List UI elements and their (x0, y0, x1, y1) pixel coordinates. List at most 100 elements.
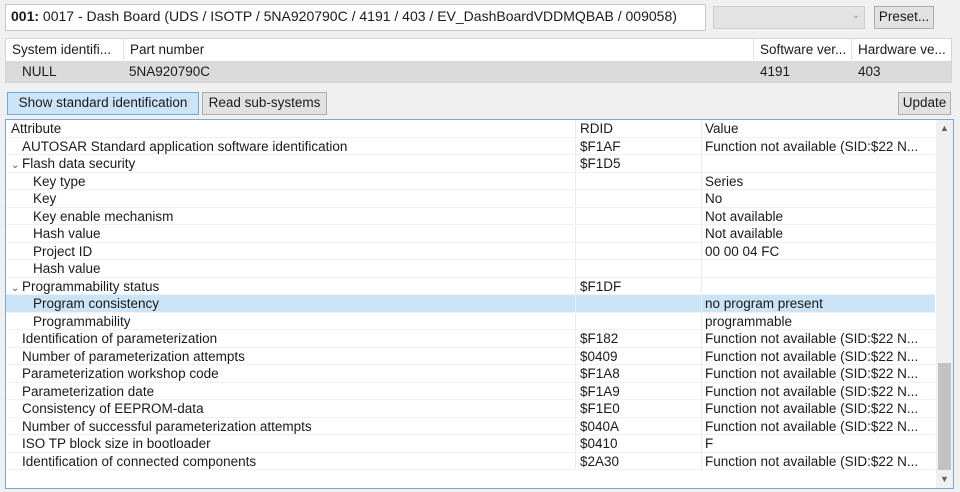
attribute-value: Series (705, 173, 744, 189)
attribute-value: Function not available (SID:$22 N... (705, 453, 919, 469)
attribute-rdid (576, 207, 702, 224)
table-row[interactable]: Hash value (6, 260, 935, 278)
ecu-title: 001: 0017 - Dash Board (UDS / ISOTP / 5N… (5, 4, 706, 31)
chevron-down-icon: ⌄ (851, 10, 860, 21)
attribute-value: Function not available (SID:$22 N... (705, 138, 919, 154)
attribute-group: ⌄ Flash data security (6, 155, 576, 172)
attribute-name: Program consistency (6, 295, 576, 312)
attribute-name: Key type (6, 172, 576, 189)
attribute-value: 00 00 04 FC (705, 243, 780, 259)
attribute-value: Function not available (SID:$22 N... (705, 331, 919, 346)
chevron-up-icon[interactable]: ▲ (936, 120, 953, 137)
table-row[interactable]: Key enable mechanism Not available (6, 207, 935, 225)
attribute-rdid: $0410 (576, 435, 702, 452)
attribute-value: Function not available (SID:$22 N... (705, 348, 919, 364)
attribute-value: programmable (705, 313, 793, 329)
attribute-rdid: $F1AF (576, 137, 702, 154)
attribute-name: ISO TP block size in bootloader (6, 435, 576, 452)
chevron-down-icon[interactable]: ⌄ (11, 280, 22, 295)
column-software-version[interactable]: Software ver... (754, 39, 852, 60)
attribute-rdid (576, 260, 702, 277)
chevron-down-icon[interactable]: ▼ (936, 471, 953, 488)
software-version-value: 4191 (760, 64, 791, 79)
column-value[interactable]: Value (702, 120, 935, 137)
table-row[interactable]: Hash value Not available (6, 225, 935, 243)
attribute-value: no program present (705, 296, 823, 311)
attribute-group: ⌄ Programmability status (6, 277, 576, 295)
attribute-value (702, 155, 935, 172)
attribute-rdid: $F1D5 (576, 155, 702, 172)
attribute-name: Identification of parameterization (6, 330, 576, 347)
attribute-name: Hash value (6, 225, 576, 242)
table-row[interactable]: Consistency of EEPROM-data $F1E0 Functio… (6, 400, 935, 418)
attribute-value: Not available (705, 226, 784, 241)
chevron-down-icon[interactable]: ⌄ (11, 157, 22, 172)
table-row[interactable]: Project ID 00 00 04 FC (6, 242, 935, 260)
attribute-value: No (705, 191, 723, 206)
preset-dropdown[interactable]: ⌄ (713, 6, 865, 29)
table-row[interactable]: AUTOSAR Standard application software id… (6, 137, 935, 155)
attribute-name: Parameterization workshop code (6, 365, 576, 382)
attribute-rdid (576, 312, 702, 329)
identification-header: System identifi... Part number Software … (6, 39, 951, 60)
table-row-group[interactable]: ⌄ Flash data security $F1D5 (6, 155, 935, 173)
attribute-value: Function not available (SID:$22 N... (705, 383, 919, 399)
column-system-identifier[interactable]: System identifi... (6, 39, 124, 60)
attribute-value: Function not available (SID:$22 N... (705, 418, 919, 434)
system-identifier-value: NULL (22, 64, 57, 79)
attribute-value (702, 278, 935, 295)
attribute-rdid: $F1DF (576, 277, 702, 294)
attribute-value: Function not available (SID:$22 N... (705, 366, 919, 381)
ecu-description: 0017 - Dash Board (UDS / ISOTP / 5NA9207… (39, 8, 677, 24)
attribute-name: Project ID (6, 242, 576, 259)
part-number-value: 5NA920790C (129, 64, 211, 79)
ecu-number: 001: (11, 8, 40, 24)
table-row[interactable]: Identification of connected components $… (6, 452, 935, 470)
attribute-name: Number of successful parameterization at… (6, 417, 576, 434)
table-row[interactable]: Parameterization workshop code $F1A8 Fun… (6, 365, 935, 383)
attribute-rdid: $F182 (576, 330, 702, 347)
attribute-name: Hash value (6, 260, 576, 277)
attribute-name: AUTOSAR Standard application software id… (6, 137, 576, 154)
column-attribute[interactable]: Attribute (6, 120, 576, 137)
table-row-selected[interactable]: Program consistency no program present (6, 295, 935, 313)
attribute-grid: Attribute RDID Value AUTOSAR Standard ap… (6, 120, 935, 470)
attribute-rdid: $0409 (576, 347, 702, 364)
hardware-version-value: 403 (858, 64, 881, 79)
attribute-rdid: $F1E0 (576, 400, 702, 417)
attribute-name: Identification of connected components (6, 452, 576, 469)
table-row[interactable]: Identification of parameterization $F182… (6, 330, 935, 348)
attribute-rdid (576, 190, 702, 207)
show-standard-identification-button[interactable]: Show standard identification (7, 92, 199, 115)
table-row[interactable]: Number of successful parameterization at… (6, 417, 935, 435)
scrollbar-thumb[interactable] (938, 363, 951, 470)
attribute-name: Key (6, 190, 576, 207)
attribute-name: Parameterization date (6, 382, 576, 399)
attribute-rdid (576, 295, 702, 312)
attribute-value (702, 260, 935, 277)
table-row[interactable]: Programmability programmable (6, 312, 935, 330)
table-row-group[interactable]: ⌄ Programmability status $F1DF (6, 277, 935, 295)
table-row[interactable]: Number of parameterization attempts $040… (6, 347, 935, 365)
update-button[interactable]: Update (898, 92, 951, 115)
table-row[interactable]: Key type Series (6, 172, 935, 190)
attribute-list[interactable]: Attribute RDID Value AUTOSAR Standard ap… (5, 119, 954, 489)
attribute-rdid (576, 225, 702, 242)
column-rdid[interactable]: RDID (576, 120, 702, 137)
column-hardware-version[interactable]: Hardware ve... (852, 39, 951, 60)
attribute-name: Number of parameterization attempts (6, 347, 576, 364)
attribute-name: Flash data security (22, 156, 136, 171)
table-row[interactable]: Parameterization date $F1A9 Function not… (6, 382, 935, 400)
read-sub-systems-button[interactable]: Read sub-systems (202, 92, 327, 115)
attribute-value: Function not available (SID:$22 N... (705, 401, 919, 416)
table-row[interactable]: ISO TP block size in bootloader $0410 F (6, 435, 935, 453)
attribute-rdid: $040A (576, 417, 702, 434)
attribute-rdid (576, 172, 702, 189)
attribute-header: Attribute RDID Value (6, 120, 935, 138)
attribute-name: Key enable mechanism (6, 207, 576, 224)
vertical-scrollbar[interactable]: ▲ ▼ (936, 120, 953, 488)
table-row[interactable]: Key No (6, 190, 935, 208)
table-row[interactable]: NULL 5NA920790C 4191 403 (6, 61, 951, 82)
preset-button[interactable]: Preset... (874, 6, 934, 29)
column-part-number[interactable]: Part number (124, 39, 754, 60)
